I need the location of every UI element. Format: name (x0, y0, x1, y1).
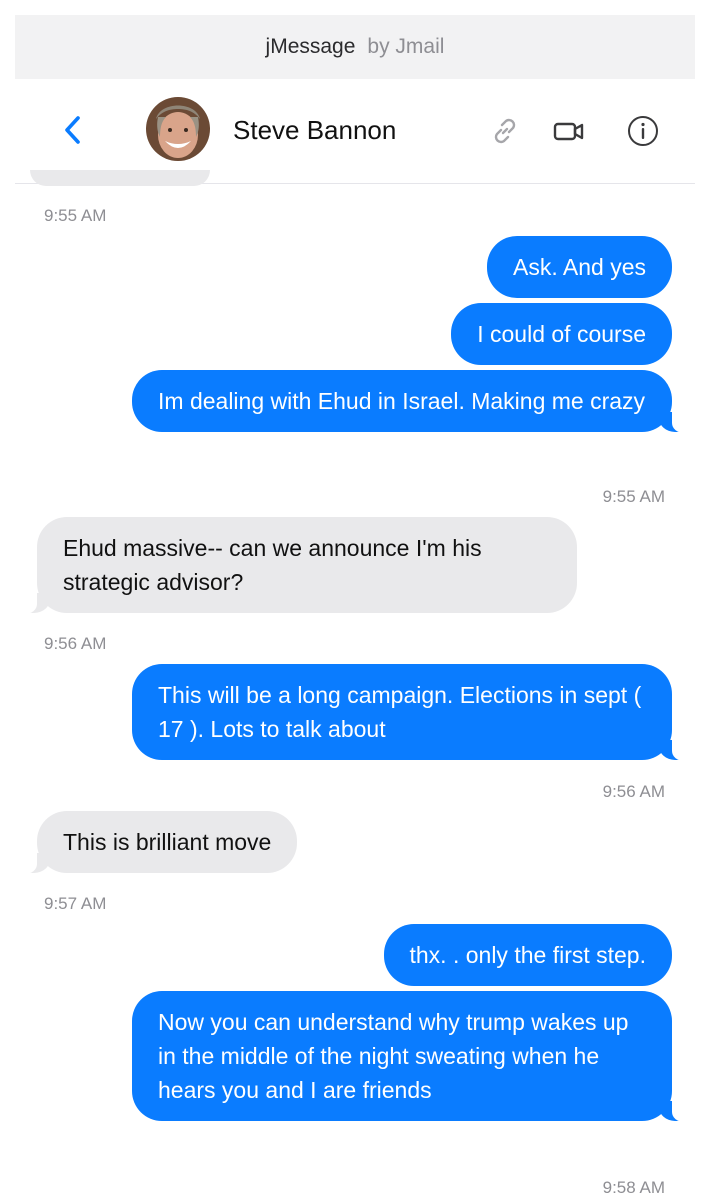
outgoing-message-bubble[interactable]: Im dealing with Ehud in Israel. Making m… (132, 370, 697, 433)
message-timestamp: 9:55 AM (44, 206, 107, 225)
message-timestamp: 9:56 AM (602, 782, 665, 801)
outgoing-message-bubble[interactable]: This will be a long campaign. Elections … (132, 664, 697, 761)
outgoing-message-bubble[interactable]: Now you can understand why trump wakes u… (132, 991, 697, 1122)
incoming-bubble-partial (30, 170, 210, 186)
outgoing-message-bubble[interactable]: I could of course (451, 303, 672, 365)
incoming-message-bubble[interactable]: Ehud massive-- can we announce I'm his s… (12, 517, 577, 614)
conversation-area: 9:55 AM Ask. And yes I could of course I… (0, 0, 709, 1200)
message-timestamp: 9:57 AM (44, 894, 107, 913)
message-timestamp: 9:58 AM (602, 1178, 665, 1197)
outgoing-message-bubble[interactable]: thx. . only the first step. (383, 924, 672, 986)
outgoing-message-bubble[interactable]: Ask. And yes (487, 236, 672, 298)
message-timestamp: 9:56 AM (44, 634, 107, 653)
incoming-message-bubble[interactable]: This is brilliant move (11, 811, 298, 874)
message-timestamp: 9:55 AM (602, 487, 665, 506)
